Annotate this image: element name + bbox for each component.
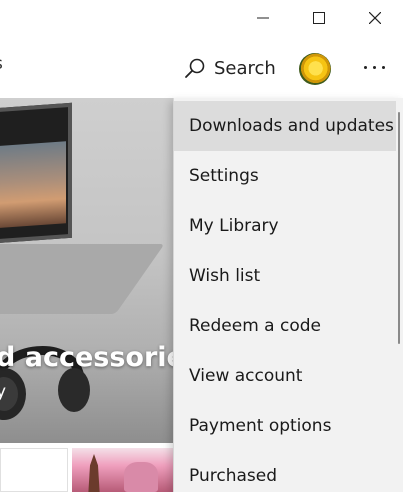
menu-item-wish-list[interactable]: Wish list	[174, 251, 396, 301]
menu-item-purchased[interactable]: Purchased	[174, 451, 396, 492]
menu-scrollbar[interactable]	[398, 112, 400, 344]
user-avatar[interactable]	[299, 53, 331, 85]
maximize-icon	[313, 12, 325, 24]
menu-item-downloads-and-updates[interactable]: Downloads and updates	[174, 101, 396, 151]
account-dropdown-menu: Downloads and updates Settings My Librar…	[173, 98, 403, 492]
menu-item-my-library[interactable]: My Library	[174, 201, 396, 251]
more-options-button[interactable]	[356, 52, 392, 82]
close-icon	[369, 12, 381, 24]
more-icon	[363, 65, 385, 69]
store-toolbar: s Search	[0, 36, 403, 98]
menu-item-redeem-a-code[interactable]: Redeem a code	[174, 301, 396, 351]
hero-banner[interactable]: d accessories y	[0, 98, 173, 443]
laptop-image	[0, 102, 72, 245]
minimize-button[interactable]	[235, 0, 291, 36]
hero-subtitle: y	[0, 382, 7, 402]
minimize-icon	[257, 17, 269, 19]
search-label: Search	[214, 57, 276, 79]
search-icon	[185, 58, 205, 78]
product-tile[interactable]	[0, 448, 68, 492]
nav-tab-partial[interactable]: s	[0, 54, 6, 76]
search-button[interactable]: Search	[178, 50, 282, 86]
hero-title: d accessories	[0, 342, 173, 373]
maximize-button[interactable]	[291, 0, 347, 36]
menu-item-payment-options[interactable]: Payment options	[174, 401, 396, 451]
menu-item-settings[interactable]: Settings	[174, 151, 396, 201]
menu-item-view-account[interactable]: View account	[174, 351, 396, 401]
close-button[interactable]	[347, 0, 403, 36]
title-bar	[0, 0, 403, 36]
product-tile-image[interactable]	[72, 448, 173, 492]
laptop-keyboard-image	[0, 244, 165, 314]
store-window: s Search d accessories y	[0, 0, 403, 492]
